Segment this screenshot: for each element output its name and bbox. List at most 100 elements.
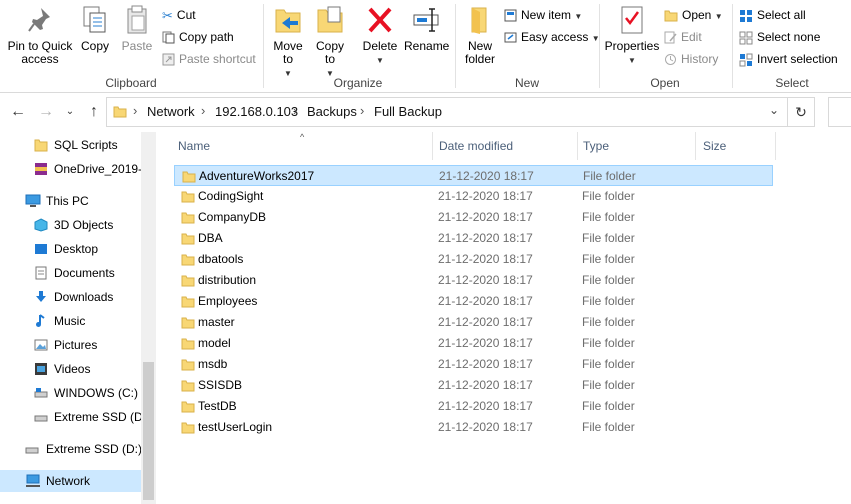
table-row[interactable]: CodingSight 21-12-2020 18:17 File folder xyxy=(174,186,773,207)
history-label: History xyxy=(681,52,719,66)
file-date-modified: 21-12-2020 18:17 xyxy=(438,189,533,203)
nav-item-3d-objects[interactable]: 3D Objects xyxy=(0,214,141,236)
copy-path-icon xyxy=(162,31,175,44)
breadcrumb-chevron-icon[interactable]: › xyxy=(133,103,137,118)
table-row[interactable]: DBA 21-12-2020 18:17 File folder xyxy=(174,228,773,249)
table-row[interactable]: dbatools 21-12-2020 18:17 File folder xyxy=(174,249,773,270)
edit-button[interactable]: Edit xyxy=(664,28,702,46)
nav-scrollbar-thumb[interactable] xyxy=(143,362,154,500)
folder-icon xyxy=(181,254,195,266)
nav-item-music[interactable]: Music xyxy=(0,310,141,332)
nav-item-documents[interactable]: Documents xyxy=(0,262,141,284)
file-date-modified: 21-12-2020 18:17 xyxy=(438,231,533,245)
drive-icon xyxy=(34,388,48,398)
nav-item-pictures[interactable]: Pictures xyxy=(0,334,141,356)
copy-label: Copy xyxy=(80,39,109,53)
properties-button[interactable]: Properties ▼ xyxy=(604,4,660,67)
nav-item-this-pc[interactable]: This PC xyxy=(0,190,141,212)
select-all-button[interactable]: Select all xyxy=(739,6,806,24)
file-date-modified: 21-12-2020 18:17 xyxy=(438,378,533,392)
nav-item-onedrive-archive[interactable]: OneDrive_2019-( xyxy=(0,158,141,180)
nav-item-downloads[interactable]: Downloads xyxy=(0,286,141,308)
table-row[interactable]: AdventureWorks2017 21-12-2020 18:17 File f… xyxy=(174,165,773,186)
easy-access-button[interactable]: Easy access ▼ xyxy=(504,28,600,46)
back-arrow-icon[interactable]: ← xyxy=(8,101,28,123)
breadcrumb-chevron-icon[interactable]: › xyxy=(201,103,205,118)
new-item-icon xyxy=(504,9,517,22)
file-name: SSISDB xyxy=(198,378,243,392)
file-type: File folder xyxy=(582,378,635,392)
new-item-button[interactable]: New item ▼ xyxy=(504,6,582,24)
downloads-icon xyxy=(36,291,46,302)
open-button[interactable]: Open ▼ xyxy=(664,6,723,24)
table-row[interactable]: distribution 21-12-2020 18:17 File folder xyxy=(174,270,773,291)
copy-to-label: Copy to xyxy=(315,39,344,66)
table-row[interactable]: master 21-12-2020 18:17 File folder xyxy=(174,312,773,333)
easy-access-label: Easy access xyxy=(521,30,589,44)
address-bar[interactable]: › Network › 192.168.0.103 › Backups › Fu… xyxy=(106,97,788,127)
folder-icon xyxy=(181,296,195,308)
select-group: Select all Select none Invert selection … xyxy=(733,0,851,92)
search-input[interactable] xyxy=(828,97,851,127)
table-row[interactable]: Employees 21-12-2020 18:17 File folder xyxy=(174,291,773,312)
table-row[interactable]: msdb 21-12-2020 18:17 File folder xyxy=(174,354,773,375)
desktop-icon xyxy=(35,244,47,254)
table-row[interactable]: testUserLogin 21-12-2020 18:17 File folder xyxy=(174,417,773,438)
forward-arrow-icon[interactable]: → xyxy=(36,101,56,123)
breadcrumb-host[interactable]: 192.168.0.103 xyxy=(215,104,298,119)
history-button[interactable]: History xyxy=(664,50,718,68)
invert-selection-button[interactable]: Invert selection xyxy=(739,50,838,68)
copy-path-button[interactable]: Copy path xyxy=(162,28,234,46)
copy-to-button[interactable]: Copy to ▼ xyxy=(312,4,348,80)
file-name: AdventureWorks2017 xyxy=(199,169,315,183)
delete-button[interactable]: Delete ▼ xyxy=(360,4,400,67)
address-dropdown-chevron-icon[interactable]: ⌄ xyxy=(769,103,779,117)
chevron-down-icon: ▼ xyxy=(574,12,583,21)
file-type: File folder xyxy=(582,273,635,287)
up-arrow-icon[interactable]: ↑ xyxy=(84,101,104,123)
move-to-button[interactable]: Move to ▼ xyxy=(270,4,306,80)
nav-item-windows-c[interactable]: WINDOWS (C:) xyxy=(0,382,141,404)
open-folder-icon xyxy=(664,10,678,22)
select-none-button[interactable]: Select none xyxy=(739,28,820,46)
breadcrumb-full-backup[interactable]: Full Backup xyxy=(374,104,442,119)
column-header-size[interactable]: Size xyxy=(697,132,777,160)
nav-item-network[interactable]: Network xyxy=(0,470,141,492)
file-name: Employees xyxy=(198,294,258,308)
nav-item-extreme-ssd-d-root[interactable]: Extreme SSD (D:) xyxy=(0,438,141,460)
drive-icon xyxy=(34,415,48,422)
nav-item-extreme-ssd-d[interactable]: Extreme SSD (D:) xyxy=(0,406,141,428)
table-row[interactable]: model 21-12-2020 18:17 File folder xyxy=(174,333,773,354)
column-header-date-modified[interactable]: Date modified xyxy=(433,132,577,160)
breadcrumb-backups[interactable]: Backups xyxy=(307,104,357,119)
rename-button[interactable]: Rename xyxy=(404,4,449,53)
paste-shortcut-label: Paste shortcut xyxy=(179,52,256,66)
file-type: File folder xyxy=(582,357,635,371)
table-row[interactable]: TestDB 21-12-2020 18:17 File folder xyxy=(174,396,773,417)
copy-path-label: Copy path xyxy=(179,30,234,44)
folder-icon xyxy=(181,233,195,245)
breadcrumb-network[interactable]: Network xyxy=(147,104,195,119)
nav-item-label: WINDOWS (C:) xyxy=(54,386,138,400)
breadcrumb-chevron-icon[interactable]: › xyxy=(360,103,364,118)
column-divider[interactable] xyxy=(695,132,696,160)
recent-locations-chevron-icon[interactable]: ⌄ xyxy=(60,101,80,123)
copy-button[interactable]: Copy xyxy=(78,4,112,53)
paste-shortcut-button[interactable]: Paste shortcut xyxy=(162,50,256,68)
refresh-button[interactable]: ↻ xyxy=(788,97,815,127)
file-name: TestDB xyxy=(198,399,237,413)
nav-item-label: 3D Objects xyxy=(54,218,114,232)
nav-item-videos[interactable]: Videos xyxy=(0,358,141,380)
cut-button[interactable]: ✂ Cut xyxy=(162,6,196,24)
breadcrumb-chevron-icon[interactable]: › xyxy=(293,103,297,118)
column-divider[interactable] xyxy=(775,132,776,160)
table-row[interactable]: SSISDB 21-12-2020 18:17 File folder xyxy=(174,375,773,396)
paste-button[interactable]: Paste xyxy=(118,4,156,53)
nav-item-sql-scripts[interactable]: SQL Scripts xyxy=(0,134,141,156)
column-header-type[interactable]: Type xyxy=(577,132,695,160)
new-folder-button[interactable]: New folder xyxy=(460,4,500,66)
nav-item-label: OneDrive_2019-( xyxy=(54,162,141,176)
nav-item-desktop[interactable]: Desktop xyxy=(0,238,141,260)
pin-to-quick-access-button[interactable]: Pin to Quick access xyxy=(4,4,76,66)
table-row[interactable]: CompanyDB 21-12-2020 18:17 File folder xyxy=(174,207,773,228)
